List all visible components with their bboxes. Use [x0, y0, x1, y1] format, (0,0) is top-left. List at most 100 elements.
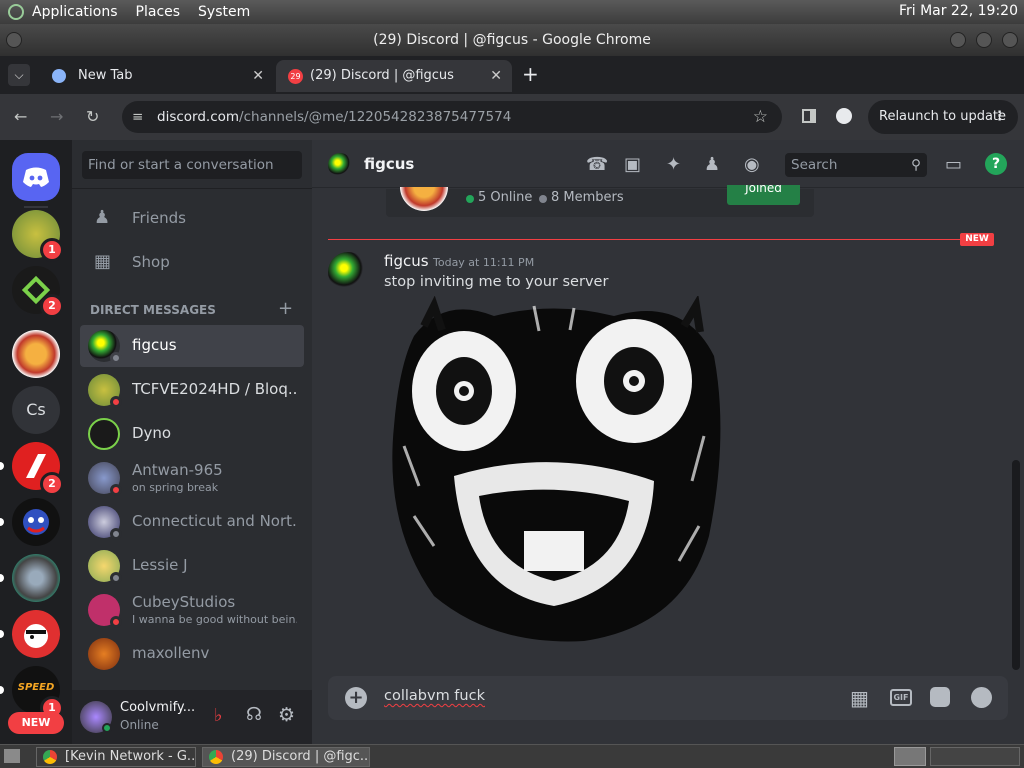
status-dnd-dot	[110, 484, 122, 496]
bookmark-star-icon[interactable]: ☆	[753, 101, 768, 133]
dm-item[interactable]: TCFVE2024HD / Bloq...	[80, 369, 304, 411]
close-tab-icon[interactable]: ✕	[252, 60, 264, 92]
new-unreads-pill[interactable]: NEW	[8, 712, 64, 734]
gift-icon[interactable]: ▦	[850, 686, 869, 710]
voice-call-icon[interactable]: ☎	[586, 154, 608, 175]
headphones-icon[interactable]: ☊	[246, 704, 262, 725]
dm-name: CubeyStudios	[132, 593, 236, 611]
dm-item-figcus[interactable]: figcus	[80, 325, 304, 367]
server-icon-text[interactable]: Cs	[12, 386, 60, 434]
settings-gear-icon[interactable]: ⚙	[278, 704, 295, 726]
chat-scrollbar[interactable]	[1012, 460, 1020, 670]
message-composer[interactable]: + collabvm fuck ▦ GIF	[328, 676, 1008, 720]
message-author[interactable]: figcus	[384, 252, 429, 270]
friends-nav-item[interactable]: ♟ Friends	[80, 197, 304, 239]
back-arrow-icon[interactable]: ←	[14, 107, 27, 126]
direct-messages-heading: DIRECT MESSAGES	[90, 303, 216, 317]
taskbar: [Kevin Network - G... (29) Discord | @fi…	[0, 744, 1024, 768]
discord-home-button[interactable]	[12, 153, 60, 201]
minimize-button[interactable]	[950, 32, 966, 48]
side-panel-icon[interactable]	[802, 109, 816, 123]
chrome-icon	[52, 69, 66, 83]
dm-name: Dyno	[132, 424, 172, 442]
places-menu[interactable]: Places	[136, 4, 181, 20]
forward-arrow-icon[interactable]: →	[50, 107, 63, 126]
workspace-switcher[interactable]	[930, 747, 1020, 766]
server-icon[interactable]	[12, 330, 60, 378]
chat-search-input[interactable]: Search ⚲	[785, 153, 927, 177]
tab-new-tab[interactable]: New Tab ✕	[34, 60, 274, 92]
dm-item[interactable]: maxollenv	[80, 633, 304, 675]
inbox-icon[interactable]: ▭	[945, 154, 967, 175]
message[interactable]: figcus Today at 11:11 PM stop inviting m…	[312, 248, 1024, 648]
mention-badge: 2	[40, 294, 64, 318]
dm-item[interactable]: Connecticut and Nort...	[80, 501, 304, 543]
taskbar-item-kevin-network[interactable]: [Kevin Network - G...	[36, 747, 196, 767]
close-tab-icon[interactable]: ✕	[490, 60, 502, 92]
status-dnd-dot	[110, 396, 122, 408]
find-conversation-input[interactable]: Find or start a conversation	[82, 151, 302, 179]
applications-menu[interactable]: Applications	[32, 4, 118, 20]
pinned-messages-icon[interactable]: ✦	[666, 154, 688, 175]
dm-name: figcus	[132, 336, 177, 354]
shop-nav-item[interactable]: ▦ Shop	[80, 241, 304, 283]
mention-badge: 2	[40, 472, 64, 496]
system-menu[interactable]: System	[198, 4, 250, 20]
chat-area: figcus ☎ ▣ ✦ ♟ ◉ Search ⚲ ▭ ? 5 Online 8…	[312, 140, 1024, 744]
address-bar[interactable]: ≡ discord.com/channels/@me/1220542823875…	[122, 101, 782, 133]
video-call-icon[interactable]: ▣	[624, 154, 646, 175]
status-offline-dot	[110, 528, 122, 540]
emoji-icon[interactable]	[971, 687, 992, 708]
mention-badge: 1	[40, 238, 64, 262]
dm-item[interactable]: Antwan-965 on spring break	[80, 457, 304, 499]
maximize-button[interactable]	[976, 32, 992, 48]
server-icon[interactable]	[12, 554, 60, 602]
dm-name: Connecticut and Nort...	[132, 512, 297, 530]
muted-microphone-icon[interactable]: ♭	[214, 705, 223, 726]
show-desktop-icon[interactable]	[4, 749, 20, 763]
sticker-icon[interactable]	[930, 687, 950, 707]
taskbar-item-label: [Kevin Network - G...	[65, 749, 196, 764]
invite-joined-button[interactable]: Joined	[727, 185, 800, 205]
message-input[interactable]: collabvm fuck	[384, 688, 804, 708]
gif-button[interactable]: GIF	[890, 689, 912, 706]
server-icon[interactable]	[12, 498, 60, 546]
workspace-switcher[interactable]	[894, 747, 926, 766]
upload-plus-icon[interactable]: +	[345, 687, 367, 709]
close-window-button[interactable]	[1002, 32, 1018, 48]
kebab-menu-icon[interactable]: ⋮	[993, 100, 1006, 134]
unread-pill	[0, 574, 4, 582]
username[interactable]: Coolvmify...	[120, 700, 195, 715]
tab-search-icon[interactable]: ⌵	[8, 64, 30, 86]
scary-face-image-attachment[interactable]	[384, 296, 732, 646]
message-avatar[interactable]	[328, 252, 368, 292]
help-icon[interactable]: ?	[985, 153, 1007, 175]
tab-discord[interactable]: 29 (29) Discord | @figcus ✕	[276, 60, 512, 92]
user-profile-icon[interactable]: ◉	[744, 154, 766, 175]
dm-item[interactable]: Lessie J	[80, 545, 304, 587]
user-status: Online	[120, 718, 159, 732]
status-dnd-dot	[110, 616, 122, 628]
server-icon[interactable]	[12, 610, 60, 658]
friends-label: Friends	[132, 209, 186, 227]
create-dm-plus-icon[interactable]: +	[278, 298, 293, 319]
online-dot	[466, 195, 474, 203]
clock[interactable]: Fri Mar 22, 19:20	[899, 3, 1018, 19]
tab-label: New Tab	[78, 68, 133, 83]
unread-pill	[0, 686, 4, 694]
profile-avatar-icon[interactable]	[836, 108, 852, 124]
dm-item[interactable]: Dyno	[80, 413, 304, 455]
window-titlebar[interactable]: (29) Discord | @figcus - Google Chrome	[0, 24, 1024, 56]
site-info-icon[interactable]: ≡	[132, 101, 143, 133]
dm-item[interactable]: CubeyStudios I wanna be good without bei…	[80, 589, 304, 631]
add-friends-to-dm-icon[interactable]: ♟	[704, 154, 726, 175]
tab-strip: ⌵ New Tab ✕ 29 (29) Discord | @figcus ✕ …	[0, 56, 1024, 94]
reload-icon[interactable]: ↻	[86, 107, 99, 126]
relaunch-to-update-button[interactable]: Relaunch to update ⋮	[868, 100, 1018, 134]
taskbar-item-discord[interactable]: (29) Discord | @figc...	[202, 747, 370, 767]
gnome-foot-icon[interactable]	[8, 4, 24, 20]
new-tab-plus-icon[interactable]: +	[522, 62, 539, 86]
gif-label: GIF	[893, 693, 909, 702]
avatar	[88, 638, 120, 670]
window-menu-button[interactable]	[6, 32, 22, 48]
